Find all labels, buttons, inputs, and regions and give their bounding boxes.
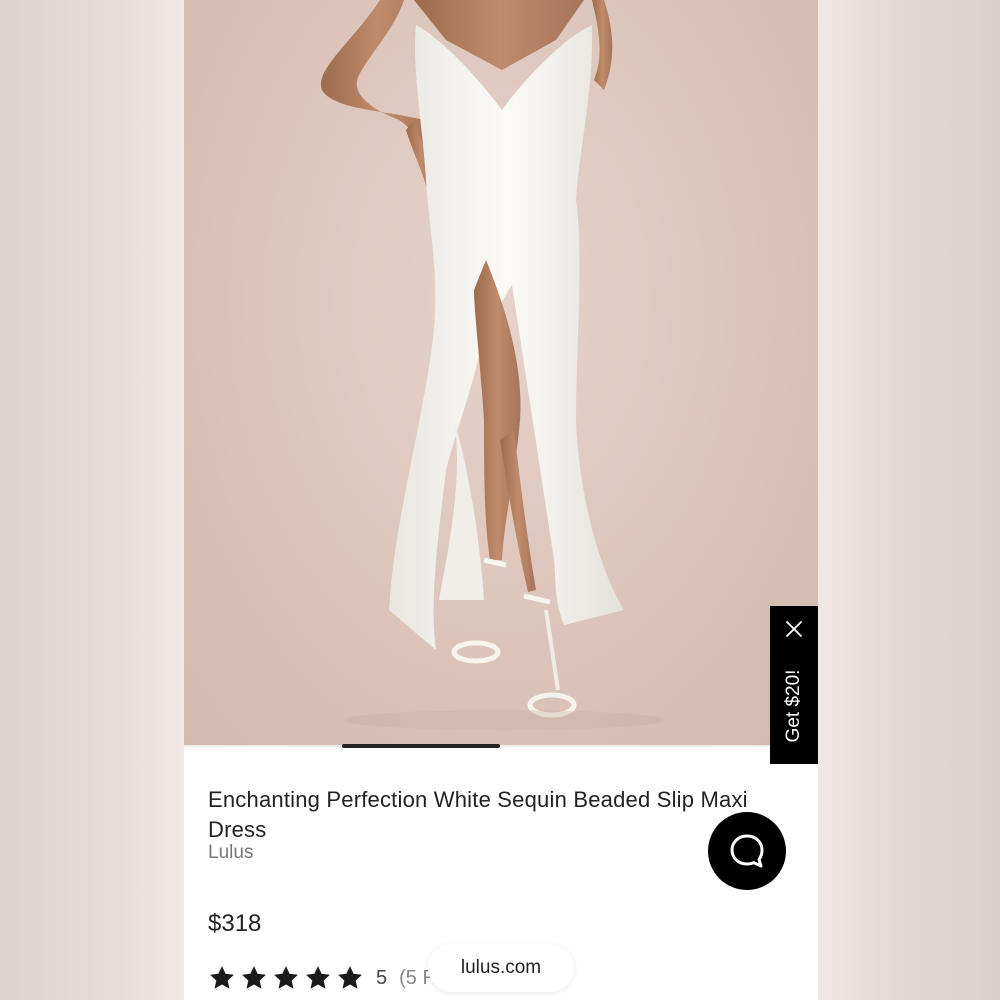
rating-value: 5 (376, 966, 388, 989)
promo-label[interactable]: Get $20! (783, 670, 805, 743)
url-text: lulus.com (460, 957, 542, 978)
model-in-dress-illustration (320, 0, 664, 730)
carousel-track (184, 745, 818, 747)
browser-url-bar[interactable]: lulus.com (428, 944, 574, 992)
blurred-backdrop-right (818, 0, 1000, 1000)
star-icon (242, 966, 266, 989)
star-icon (338, 966, 362, 989)
product-page: Enchanting Perfection White Sequin Beade… (184, 0, 818, 1000)
chat-bubble-icon (730, 834, 764, 868)
close-icon[interactable] (783, 618, 805, 640)
promo-tab[interactable]: Get $20! (770, 606, 818, 764)
star-icon (274, 966, 298, 989)
product-rating[interactable]: 5 (5 R (208, 962, 437, 994)
star-icon (306, 966, 330, 989)
star-icon (210, 966, 234, 989)
blurred-backdrop-left (0, 0, 184, 1000)
chat-button[interactable] (708, 812, 786, 890)
carousel-indicator[interactable] (342, 744, 500, 748)
product-price: $318 (208, 910, 262, 937)
product-image[interactable] (184, 0, 818, 746)
product-title: Enchanting Perfection White Sequin Beade… (208, 786, 748, 842)
product-brand[interactable]: Lulus (208, 842, 253, 864)
